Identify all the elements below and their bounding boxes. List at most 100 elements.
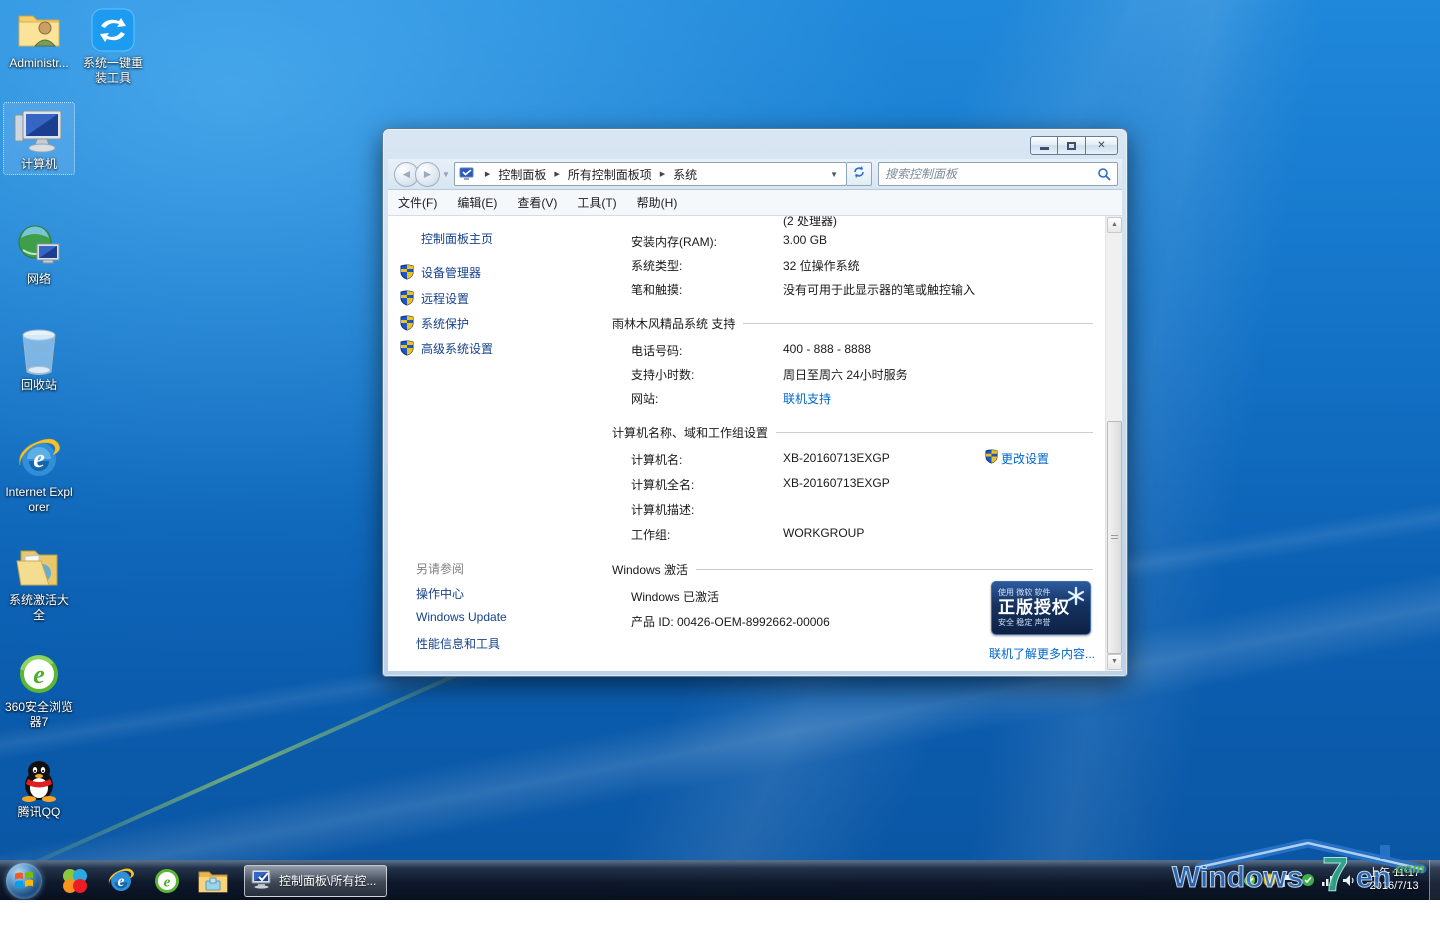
desktop-icon-label: Internet Explorer — [4, 485, 74, 515]
activation-status: Windows 已激活 — [631, 588, 719, 605]
scrollbar-grip — [1111, 535, 1118, 541]
desktop-icon-computer[interactable]: 计算机 — [4, 103, 74, 174]
forward-button[interactable]: ► — [415, 162, 440, 187]
svg-text:e: e — [33, 444, 45, 473]
computer-name-value: XB-20160713EXGP — [783, 451, 890, 465]
desktop-icon-360-browser[interactable]: e 360安全浏览器7 — [4, 650, 74, 730]
history-dropdown-icon[interactable]: ▼ — [442, 170, 450, 179]
ram-label: 安装内存(RAM): — [631, 233, 717, 250]
minimize-button[interactable] — [1030, 136, 1058, 155]
tray-network-icon[interactable] — [1321, 874, 1336, 887]
reinstall-tool-icon — [78, 6, 148, 54]
search-icon[interactable] — [1097, 167, 1117, 181]
scroll-down-button[interactable]: ▼ — [1107, 654, 1122, 670]
menu-item-tools[interactable]: 工具(T) — [567, 190, 626, 215]
menu-item-edit[interactable]: 编辑(E) — [447, 190, 507, 215]
address-dropdown-icon[interactable]: ▼ — [826, 170, 842, 179]
desktop-icon-system-activation[interactable]: e 系统激活大全 — [4, 543, 74, 623]
breadcrumb-segment-system[interactable]: 系统 — [671, 165, 699, 184]
taskbar-icon-windows-explorer[interactable] — [195, 863, 231, 899]
desktop-icon-label: 腾讯QQ — [4, 805, 74, 820]
system-page-icon — [459, 167, 475, 181]
network-icon — [4, 222, 74, 270]
search-input[interactable] — [879, 167, 1097, 181]
refresh-button[interactable] — [847, 162, 872, 186]
tray-green-check-icon[interactable] — [1301, 873, 1315, 887]
taskbar-icon-colorful-app[interactable] — [57, 863, 93, 899]
taskbar-icon-360-browser[interactable]: e — [149, 863, 185, 899]
scrollbar-thumb[interactable] — [1107, 421, 1122, 654]
desktop-icon-label: Administr... — [4, 56, 74, 71]
tray-volume-icon[interactable] — [1342, 874, 1356, 887]
svg-text:e: e — [164, 873, 171, 890]
support-hours-label: 支持小时数: — [631, 366, 694, 383]
search-box — [878, 162, 1118, 186]
section-rule — [696, 569, 1093, 570]
breadcrumb-segment-all-items[interactable]: 所有控制面板项 — [566, 165, 654, 184]
sidebar: 控制面板主页 设备管理器 远程设置 系统保护 高级系统设置 另请参阅 操作中心 … — [388, 216, 589, 671]
phone-value: 400 - 888 - 8888 — [783, 342, 871, 356]
uac-shield-icon — [400, 290, 414, 309]
active-task-control-panel[interactable]: 控制面板\所有控... — [244, 865, 387, 897]
svg-text:e: e — [33, 660, 45, 689]
desktop-icon-tencent-qq[interactable]: 腾讯QQ — [4, 755, 74, 820]
internet-explorer-icon: e — [4, 435, 74, 483]
sidebar-item-advanced-settings[interactable]: 高级系统设置 — [421, 340, 493, 357]
sidebar-item-windows-update[interactable]: Windows Update — [416, 610, 507, 624]
start-button[interactable] — [6, 863, 42, 899]
online-support-link[interactable]: 联机支持 — [783, 390, 831, 407]
website-label: 网站: — [631, 390, 658, 407]
scroll-up-button[interactable]: ▲ — [1107, 217, 1122, 233]
phone-label: 电话号码: — [631, 342, 682, 359]
activation-section-header: Windows 激活 — [612, 561, 1093, 578]
product-id: 产品 ID: 00426-OEM-8992662-00006 — [631, 613, 830, 630]
sidebar-item-device-manager[interactable]: 设备管理器 — [421, 264, 481, 281]
sidebar-item-control-panel-home[interactable]: 控制面板主页 — [421, 230, 493, 247]
back-arrow-icon: ◄ — [401, 167, 413, 181]
taskbar-icon-internet-explorer[interactable]: e — [103, 863, 139, 899]
clock-date: 2016/7/13 — [1368, 880, 1420, 893]
tray-shield-icon[interactable] — [1263, 873, 1276, 888]
maximize-button[interactable] — [1058, 136, 1086, 155]
desktop-icon-one-key-reinstall[interactable]: 系统一键重装工具 — [78, 6, 148, 86]
menu-item-view[interactable]: 查看(V) — [507, 190, 567, 215]
desktop-icon-internet-explorer[interactable]: e Internet Explorer — [4, 435, 74, 515]
navigation-bar: ◄ ► ▼ ▶ 控制面板 ▶ 所有控制面板项 ▶ 系统 ▼ — [388, 159, 1122, 190]
full-computer-name-label: 计算机全名: — [631, 476, 694, 493]
menu-item-file[interactable]: 文件(F) — [388, 190, 447, 215]
desktop-icon-recycle-bin[interactable]: 回收站 — [4, 328, 74, 393]
tray-360-icon[interactable] — [1242, 873, 1257, 888]
change-settings-link[interactable]: 更改设置 — [985, 449, 1049, 467]
uac-shield-icon — [985, 449, 998, 467]
360-browser-icon: e — [4, 650, 74, 698]
sidebar-item-performance-tools[interactable]: 性能信息和工具 — [416, 635, 500, 652]
uac-shield-icon — [400, 340, 414, 359]
window-titlebar[interactable]: ✕ — [383, 129, 1127, 159]
desktop-icon-administrator[interactable]: Administr... — [4, 6, 74, 71]
system-type-label: 系统类型: — [631, 257, 682, 274]
desktop-icon-network[interactable]: 网络 — [4, 222, 74, 287]
user-folder-icon — [4, 6, 74, 54]
clock-time: 上午 11:17 — [1368, 867, 1420, 880]
sidebar-item-remote-settings[interactable]: 远程设置 — [421, 290, 469, 307]
show-desktop-button[interactable] — [1429, 860, 1440, 900]
system-tray: 上午 11:17 2016/7/13 — [1242, 860, 1426, 900]
close-button[interactable]: ✕ — [1086, 136, 1118, 155]
system-info-panel: (2 处理器) 安装内存(RAM): 3.00 GB 系统类型: 32 位操作系… — [589, 216, 1105, 671]
tray-action-center-flag-icon[interactable] — [1282, 873, 1295, 888]
taskbar: e e 控制面板\所有控... 上午 11:17 2016/ — [0, 860, 1440, 900]
support-hours-value: 周日至周六 24小时服务 — [783, 366, 908, 383]
genuine-microsoft-badge[interactable]: 使用 微软 软件 正版授权 安全 稳定 声誉 — [991, 581, 1091, 635]
computer-name-label: 计算机名: — [631, 451, 682, 468]
sidebar-item-system-protection[interactable]: 系统保护 — [421, 315, 469, 332]
breadcrumb-arrow: ▶ — [554, 170, 559, 178]
breadcrumb-arrow: ▶ — [660, 170, 665, 178]
learn-more-online-link[interactable]: 联机了解更多内容... — [989, 645, 1095, 662]
sidebar-item-action-center[interactable]: 操作中心 — [416, 585, 464, 602]
vertical-scrollbar[interactable]: ▲ ▼ — [1105, 216, 1122, 671]
menu-item-help[interactable]: 帮助(H) — [627, 190, 688, 215]
refresh-icon — [852, 165, 866, 184]
taskbar-clock[interactable]: 上午 11:17 2016/7/13 — [1362, 867, 1426, 893]
breadcrumb-segment-control-panel[interactable]: 控制面板 — [496, 165, 548, 184]
address-bar[interactable]: ▶ 控制面板 ▶ 所有控制面板项 ▶ 系统 ▼ — [454, 162, 847, 186]
